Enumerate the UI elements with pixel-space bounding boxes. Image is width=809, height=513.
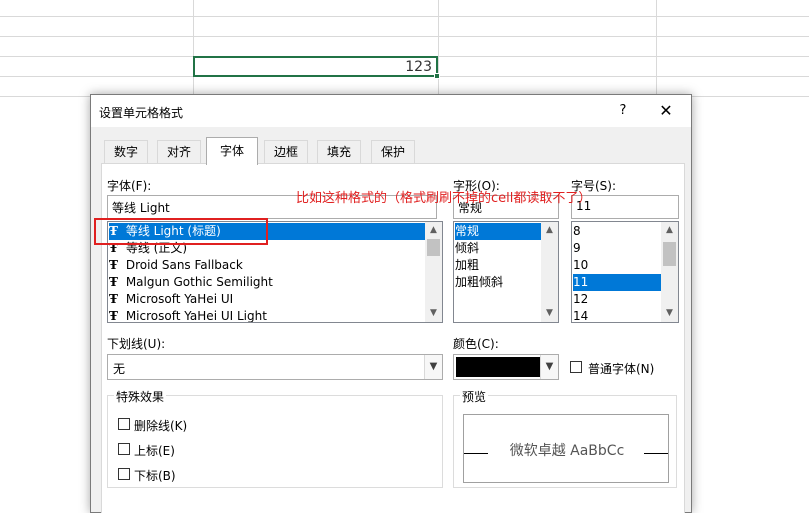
color-label: 颜色(C):	[453, 337, 499, 351]
cell-value: 123	[405, 59, 432, 75]
style-list-item[interactable]: 加粗倾斜	[455, 274, 541, 291]
truetype-icon: Ŧ	[109, 292, 118, 306]
strikethrough-label: 删除线(K)	[134, 419, 188, 433]
font-list-item[interactable]: Ŧ Microsoft YaHei UI Light	[109, 308, 425, 323]
tab-font[interactable]: 字体	[206, 137, 258, 165]
scroll-thumb[interactable]	[663, 242, 676, 266]
scroll-up-icon[interactable]: ▲	[661, 222, 678, 239]
fill-handle[interactable]	[434, 73, 440, 79]
tab-fill[interactable]: 填充	[317, 140, 361, 164]
size-list-scrollbar[interactable]: ▲ ▼	[661, 222, 678, 322]
normal-font-label: 普通字体(N)	[588, 362, 655, 376]
scroll-down-icon[interactable]: ▼	[661, 305, 678, 322]
font-style-list[interactable]: 常规 倾斜 加粗 加粗倾斜 ▲ ▼	[453, 221, 559, 323]
superscript-checkbox[interactable]	[118, 443, 130, 455]
annotation-highlight-box	[94, 218, 268, 245]
truetype-icon: Ŧ	[109, 258, 118, 272]
scroll-down-icon[interactable]: ▼	[425, 305, 442, 322]
subscript-checkbox[interactable]	[118, 468, 130, 480]
format-cells-dialog: 设置单元格格式 ? ✕ 数字 对齐 字体 边框 填充 保护 字体(F): 等线 …	[90, 94, 692, 513]
preview-group: 预览 微软卓越 AaBbCc	[453, 388, 677, 488]
effects-group: 特殊效果 删除线(K) 上标(E) 下标(B)	[107, 388, 443, 488]
grid-line	[0, 36, 809, 37]
superscript-label: 上标(E)	[134, 444, 175, 458]
grid-line	[0, 16, 809, 17]
underline-value: 无	[113, 362, 126, 376]
tab-alignment[interactable]: 对齐	[157, 140, 201, 164]
size-list-item[interactable]: 9	[573, 240, 661, 257]
size-list-item[interactable]: 11	[573, 274, 661, 291]
chevron-down-icon[interactable]: ▼	[424, 355, 442, 379]
font-list-scrollbar[interactable]: ▲ ▼	[425, 222, 442, 322]
font-list-item[interactable]: Ŧ Microsoft YaHei UI	[109, 291, 425, 308]
annotation-text: 比如这种格式的（格式刷刷不掉的cell都读取不了）	[296, 191, 592, 206]
font-size-list[interactable]: 8 9 10 11 12 14 ▲ ▼	[571, 221, 679, 323]
preview-title: 预览	[460, 388, 489, 405]
size-list-item[interactable]: 14	[573, 308, 661, 322]
color-dropdown[interactable]: ▼	[453, 354, 559, 380]
effects-title: 特殊效果	[114, 388, 167, 405]
tab-protection[interactable]: 保护	[371, 140, 415, 164]
style-list-item[interactable]: 加粗	[455, 257, 541, 274]
font-list-item[interactable]: Ŧ Malgun Gothic Semilight	[109, 274, 425, 291]
active-cell[interactable]: 123	[193, 56, 438, 77]
strikethrough-checkbox[interactable]	[118, 418, 130, 430]
tab-number[interactable]: 数字	[104, 140, 148, 164]
underline-dropdown[interactable]: 无 ▼	[107, 354, 443, 380]
size-list-item[interactable]: 10	[573, 257, 661, 274]
dialog-title: 设置单元格格式	[99, 106, 184, 120]
color-swatch	[456, 357, 540, 377]
dialog-titlebar[interactable]: 设置单元格格式 ? ✕	[91, 95, 691, 127]
chevron-down-icon[interactable]: ▼	[540, 355, 558, 379]
style-list-item[interactable]: 常规	[455, 223, 541, 240]
size-list-item[interactable]: 12	[573, 291, 661, 308]
style-list-item[interactable]: 倾斜	[455, 240, 541, 257]
underline-label: 下划线(U):	[107, 337, 166, 351]
font-label: 字体(F):	[107, 179, 152, 193]
font-tab-panel: 字体(F): 等线 Light Ŧ 等线 Light (标题) Ŧ 等线 (正文…	[101, 163, 685, 513]
subscript-label: 下标(B)	[134, 469, 176, 483]
size-list-item[interactable]: 8	[573, 223, 661, 240]
preview-sample: 微软卓越 AaBbCc	[509, 443, 625, 459]
tab-border[interactable]: 边框	[264, 140, 308, 164]
scroll-up-icon[interactable]: ▲	[541, 222, 558, 239]
style-list-scrollbar[interactable]: ▲ ▼	[541, 222, 558, 322]
font-list-item[interactable]: Ŧ Droid Sans Fallback	[109, 257, 425, 274]
scroll-down-icon[interactable]: ▼	[541, 305, 558, 322]
close-button[interactable]: ✕	[651, 99, 681, 123]
scroll-thumb[interactable]	[427, 239, 440, 256]
normal-font-checkbox[interactable]	[570, 361, 582, 373]
help-button[interactable]: ?	[611, 99, 635, 123]
preview-box: 微软卓越 AaBbCc	[463, 414, 669, 483]
truetype-icon: Ŧ	[109, 309, 118, 323]
scroll-up-icon[interactable]: ▲	[425, 222, 442, 239]
truetype-icon: Ŧ	[109, 275, 118, 289]
